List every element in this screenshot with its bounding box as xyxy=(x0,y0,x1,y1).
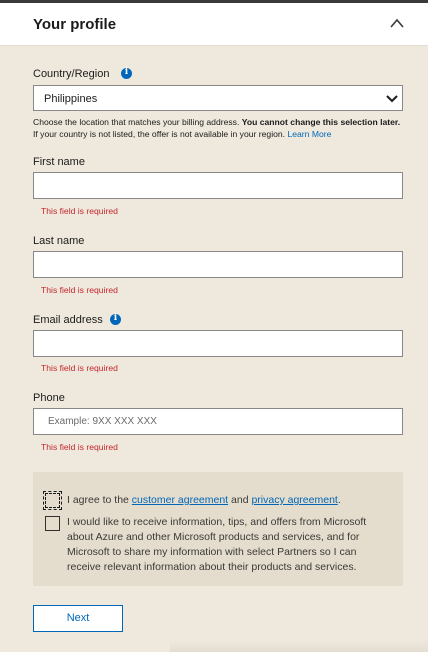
agree-checkbox[interactable] xyxy=(43,491,62,510)
email-label: Email address xyxy=(33,314,103,326)
country-note: Choose the location that matches your bi… xyxy=(33,116,403,140)
agree-text-mid: and xyxy=(228,494,252,506)
country-selected-value: Philippines xyxy=(44,93,98,105)
info-icon[interactable] xyxy=(110,313,121,325)
consent-panel: I agree to the customer agreement and pr… xyxy=(33,472,403,586)
marketing-checkbox[interactable] xyxy=(45,516,60,531)
last-name-input[interactable] xyxy=(34,252,402,277)
section-title: Your profile xyxy=(33,16,117,33)
first-name-field[interactable] xyxy=(33,172,403,199)
email-input[interactable] xyxy=(34,331,402,356)
last-name-label: Last name xyxy=(33,235,85,247)
email-error: This field is required xyxy=(41,363,118,373)
next-button[interactable]: Next xyxy=(33,605,123,632)
marketing-text: I would like to receive information, tip… xyxy=(67,516,367,573)
privacy-agreement-link[interactable]: privacy agreement xyxy=(251,494,337,506)
first-name-label: First name xyxy=(33,156,85,168)
country-label: Country/Region xyxy=(33,68,110,80)
last-name-error: This field is required xyxy=(41,285,118,295)
country-note-text-2: If your country is not listed, the offer… xyxy=(33,129,288,139)
country-note-text: Choose the location that matches your bi… xyxy=(33,117,242,127)
last-name-field[interactable] xyxy=(33,251,403,278)
phone-error: This field is required xyxy=(41,442,118,452)
agree-text-pre: I agree to the xyxy=(67,494,132,506)
customer-agreement-link[interactable]: customer agreement xyxy=(132,494,228,506)
country-note-warning: You cannot change this selection later. xyxy=(241,117,401,127)
agree-text-post: . xyxy=(337,494,341,506)
first-name-error: This field is required xyxy=(41,206,118,216)
chevron-down-icon xyxy=(386,95,398,103)
chevron-up-icon[interactable] xyxy=(389,17,405,29)
phone-input[interactable] xyxy=(34,409,402,434)
learn-more-link[interactable]: Learn More xyxy=(287,129,331,139)
first-name-input[interactable] xyxy=(34,173,402,198)
bottom-shadow xyxy=(170,640,428,652)
phone-field[interactable] xyxy=(33,408,403,435)
section-header[interactable]: Your profile xyxy=(0,3,428,46)
phone-label: Phone xyxy=(33,392,65,404)
country-select[interactable]: Philippines xyxy=(33,85,403,111)
agree-text: I agree to the customer agreement and pr… xyxy=(67,493,397,508)
email-field[interactable] xyxy=(33,330,403,357)
info-icon[interactable] xyxy=(121,67,132,79)
